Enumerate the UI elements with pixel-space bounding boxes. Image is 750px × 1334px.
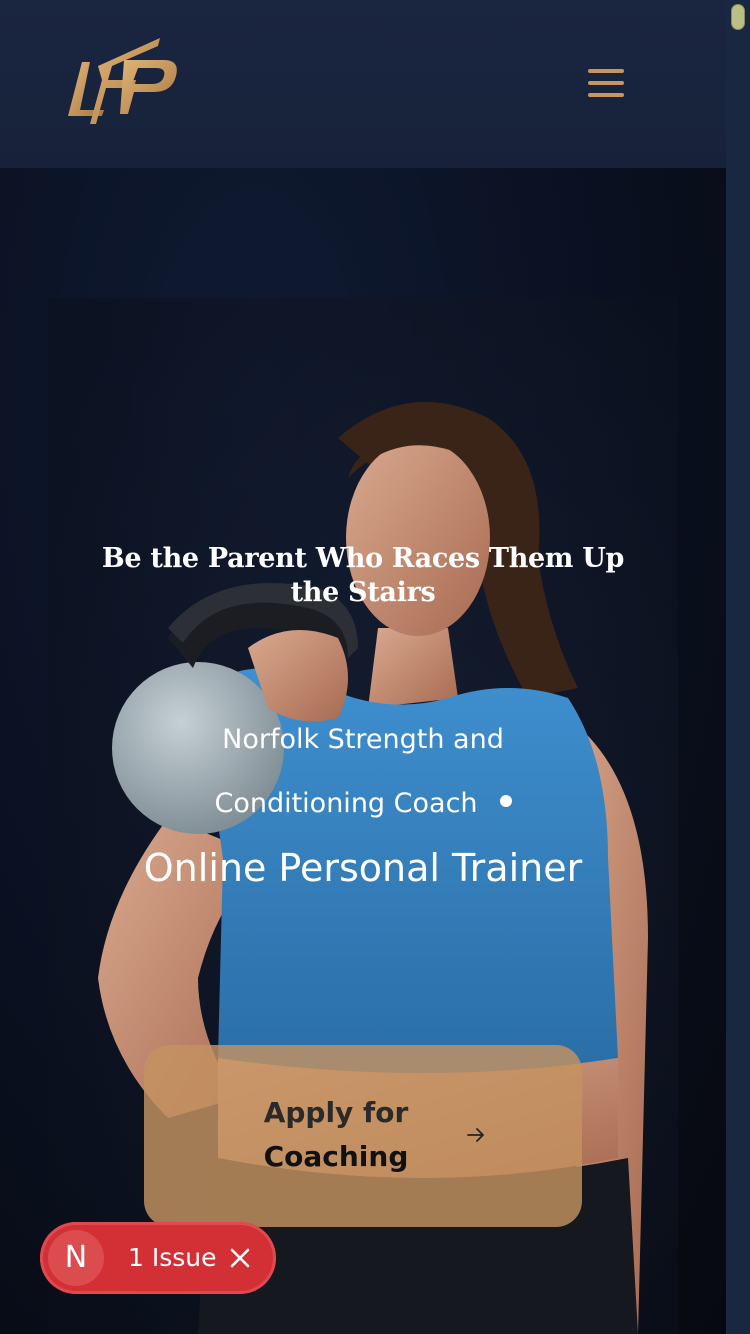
apply-for-coaching-button[interactable]: Apply for Coaching <box>144 1045 582 1227</box>
hero-headline: Be the Parent Who Races Them Up the Stai… <box>101 543 625 608</box>
cta-label: Apply for Coaching <box>244 1091 428 1179</box>
issue-avatar-initial: N <box>48 1230 104 1286</box>
hero-subtitle: Norfolk Strength and Conditioning Coach <box>100 708 626 836</box>
bullet-dot-icon <box>499 794 512 807</box>
issue-count-label: 1 Issue <box>128 1243 217 1272</box>
cta-label-line-2: Coaching <box>263 1140 409 1173</box>
issues-badge[interactable]: N 1 Issue <box>40 1222 276 1294</box>
menu-bar <box>588 69 624 73</box>
scrollbar-thumb[interactable] <box>731 4 745 30</box>
subtitle-line-1: Norfolk Strength and <box>222 724 504 755</box>
close-icon[interactable] <box>226 1244 254 1272</box>
hero-subtitle-secondary: Online Personal Trainer <box>143 846 583 890</box>
hero-section: Be the Parent Who Races Them Up the Stai… <box>0 168 726 1334</box>
menu-bar <box>588 81 624 85</box>
brand-logo[interactable] <box>62 32 184 128</box>
subtitle-line-2: Conditioning Coach <box>214 788 478 819</box>
scrollbar-track[interactable] <box>726 0 750 1334</box>
cta-label-line-1: Apply for <box>263 1096 409 1129</box>
menu-bar <box>588 93 624 97</box>
hamburger-menu-icon[interactable] <box>582 64 630 104</box>
arrow-right-icon <box>467 1128 484 1142</box>
site-header <box>0 0 726 168</box>
page: Be the Parent Who Races Them Up the Stai… <box>0 0 726 1334</box>
subtitle-line-2-wrap: Conditioning Coach <box>100 772 626 836</box>
